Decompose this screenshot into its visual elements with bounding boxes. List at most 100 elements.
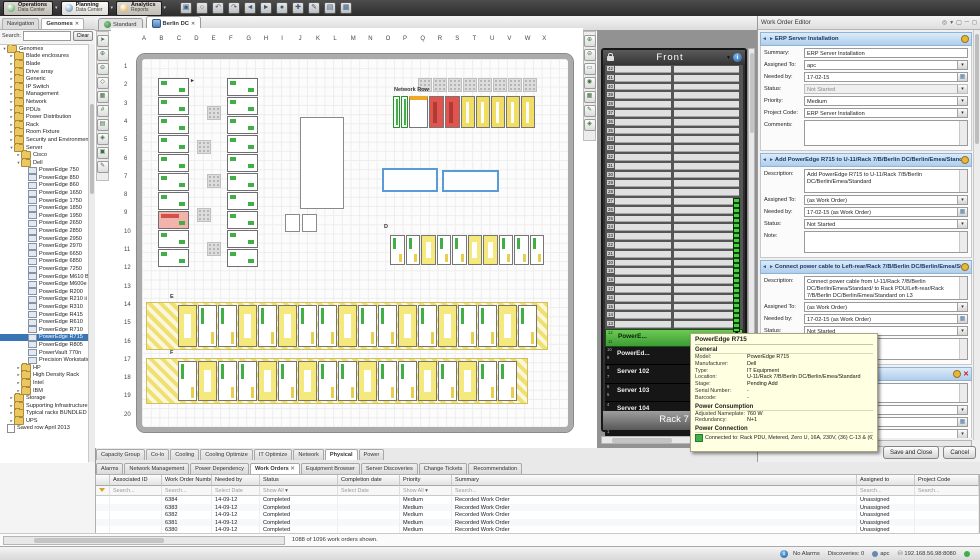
tree-item[interactable]: PowerEdge M600e — [0, 280, 88, 288]
next-step-icon[interactable]: ► — [769, 36, 774, 42]
field-neededby[interactable]: 17-02-15 — [804, 72, 968, 82]
rack-empty-slot[interactable]: 25 — [605, 215, 743, 224]
save-and-close-button[interactable]: Save and Close — [883, 446, 939, 459]
rack-empty-slot[interactable]: 29 — [605, 179, 743, 188]
rack-empty-slot[interactable]: 36 — [605, 118, 743, 127]
rack-empty-slot[interactable]: 19 — [605, 267, 743, 276]
tree-item[interactable]: ▸Supporting Infrastructure & cooling — [0, 402, 88, 410]
floor-rack[interactable] — [421, 235, 436, 265]
filter-cell[interactable]: Search... — [915, 486, 979, 496]
maximize-icon[interactable]: ◻ — [972, 19, 977, 26]
floor-rack[interactable] — [227, 211, 258, 229]
floor-rack[interactable] — [278, 305, 297, 347]
tree-item[interactable]: PowerEdge R805 — [0, 341, 88, 349]
tree-item[interactable]: PowerEdge 2950 — [0, 235, 88, 243]
filter-funnel-icon[interactable] — [99, 488, 105, 492]
table-cell[interactable]: Medium — [400, 519, 452, 527]
field-description[interactable]: Connect power cable from U-11/Rack 7/B/B… — [804, 276, 968, 300]
forward-icon[interactable]: ► — [260, 2, 272, 14]
tree-item[interactable]: ▸HP — [0, 364, 88, 372]
column-header[interactable]: Priority — [400, 475, 452, 486]
table-cell[interactable]: Medium — [400, 511, 452, 519]
zoom-out-icon[interactable]: ⊖ — [584, 49, 596, 61]
tree-item[interactable]: PowerEdge R415 — [0, 311, 88, 319]
rack-empty-slot[interactable]: 16 — [605, 294, 743, 303]
table-cell[interactable]: Completed — [260, 511, 338, 519]
panel-tab-recommendation[interactable]: Recommendation — [468, 463, 522, 474]
table-cell[interactable]: Unassigned — [857, 511, 915, 519]
panel-tab-alarms[interactable]: Alarms — [96, 463, 123, 474]
tree-item[interactable]: PowerEdge 2650 — [0, 220, 88, 228]
table-cell[interactable] — [915, 496, 979, 504]
table-icon[interactable]: ▤ — [324, 2, 336, 14]
alarm-status[interactable]: iNo Alarms — [780, 550, 820, 558]
table-cell[interactable] — [96, 519, 110, 527]
select-tool-icon[interactable]: ➤ — [97, 35, 109, 47]
tree-item[interactable]: ▸High Density Rack — [0, 372, 88, 380]
floor-rack[interactable] — [158, 249, 189, 267]
table-hscrollbar[interactable] — [3, 536, 285, 545]
perspective-dropdown-icon[interactable]: ▾ — [164, 5, 167, 11]
filter-cell[interactable]: Show All ▾ — [400, 486, 452, 496]
editor-vscrollbar[interactable] — [973, 30, 980, 440]
rack-empty-slot[interactable]: 23 — [605, 232, 743, 241]
table-cell[interactable]: 6381 — [162, 519, 212, 527]
floor-rack[interactable] — [438, 361, 457, 401]
layers-icon[interactable]: ▦ — [340, 2, 352, 14]
rack-menu-icon[interactable]: ▼ — [726, 55, 731, 61]
tree-item[interactable]: PowerEdge R710 — [0, 326, 88, 334]
table-cell[interactable]: Recorded Work Order — [452, 496, 857, 504]
table-cell[interactable] — [110, 504, 162, 512]
floor-rack[interactable] — [227, 192, 258, 210]
floor-rack[interactable] — [478, 361, 497, 401]
clear-search-button[interactable]: Clear — [73, 31, 93, 41]
field-neededby[interactable]: 17-02-15 (as Work Order) — [804, 314, 968, 324]
tree-item[interactable]: PowerEdge 1850 — [0, 204, 88, 212]
floor-rack[interactable] — [398, 305, 417, 347]
table-cell[interactable] — [915, 504, 979, 512]
view-tab-co-lo[interactable]: Co-lo — [146, 449, 169, 460]
filter-cell[interactable]: Show All ▾ — [260, 486, 338, 496]
filter-cell[interactable]: Search... — [110, 486, 162, 496]
sync-icon[interactable]: ◎ — [942, 19, 947, 26]
floor-rack[interactable] — [238, 305, 257, 347]
filter-cell[interactable]: Search... — [857, 486, 915, 496]
floor-unit[interactable] — [285, 214, 300, 232]
tree-item[interactable]: ▸UPS — [0, 417, 88, 425]
column-header[interactable]: Work Order Number — [162, 475, 212, 486]
tree-item[interactable]: PowerEdge 6850 — [0, 258, 88, 266]
table-cell[interactable]: 14-09-12 — [212, 519, 260, 527]
floor-unit[interactable] — [302, 214, 317, 232]
field-neededby[interactable]: 17-02-15 (as Work Order) — [804, 207, 968, 217]
rack-empty-slot[interactable]: 28 — [605, 188, 743, 197]
tree-item[interactable]: PowerEdge R210 ii — [0, 296, 88, 304]
filter-cell[interactable]: Select Date — [338, 486, 400, 496]
rack-empty-slot[interactable]: 40 — [605, 83, 743, 92]
floor-rack[interactable] — [418, 361, 437, 401]
table-cell[interactable]: Unassigned — [857, 519, 915, 527]
field-projectcode[interactable]: ERP Server Installation — [804, 108, 968, 118]
field-assignedto[interactable]: (as Work Order) — [804, 302, 968, 312]
floor-rack[interactable] — [227, 135, 258, 153]
tree-item[interactable]: ▸Generic — [0, 75, 88, 83]
tree-item[interactable]: ▸Rack — [0, 121, 88, 129]
work-order-section-header[interactable]: ◄►ERP Server Installation — [760, 32, 972, 46]
rack-empty-slot[interactable]: 20 — [605, 259, 743, 268]
rack-empty-slot[interactable]: 31 — [605, 162, 743, 171]
floor-rack[interactable] — [498, 305, 517, 347]
panel-tab-server-discoveries[interactable]: Server Discoveries — [361, 463, 418, 474]
view-tab-network[interactable]: Network — [293, 449, 324, 460]
pin-menu-icon[interactable]: ▾ — [950, 19, 953, 26]
restore-icon[interactable]: ▢ — [956, 19, 962, 26]
tree-item[interactable]: PowerEdge 1650 — [0, 189, 88, 197]
close-tab-icon[interactable]: ✕ — [289, 466, 295, 472]
tree-scrollbar[interactable] — [88, 44, 95, 462]
tree-item[interactable]: ▸Intel — [0, 379, 88, 387]
table-cell[interactable] — [915, 511, 979, 519]
floor-rack[interactable] — [498, 361, 517, 401]
floor-rack[interactable] — [338, 305, 357, 347]
save-icon[interactable]: ▣ — [180, 2, 192, 14]
tree-item[interactable]: ▸Management — [0, 91, 88, 99]
tree-item[interactable]: Saved row April 2013 — [0, 425, 88, 433]
table-cell[interactable]: Completed — [260, 496, 338, 504]
